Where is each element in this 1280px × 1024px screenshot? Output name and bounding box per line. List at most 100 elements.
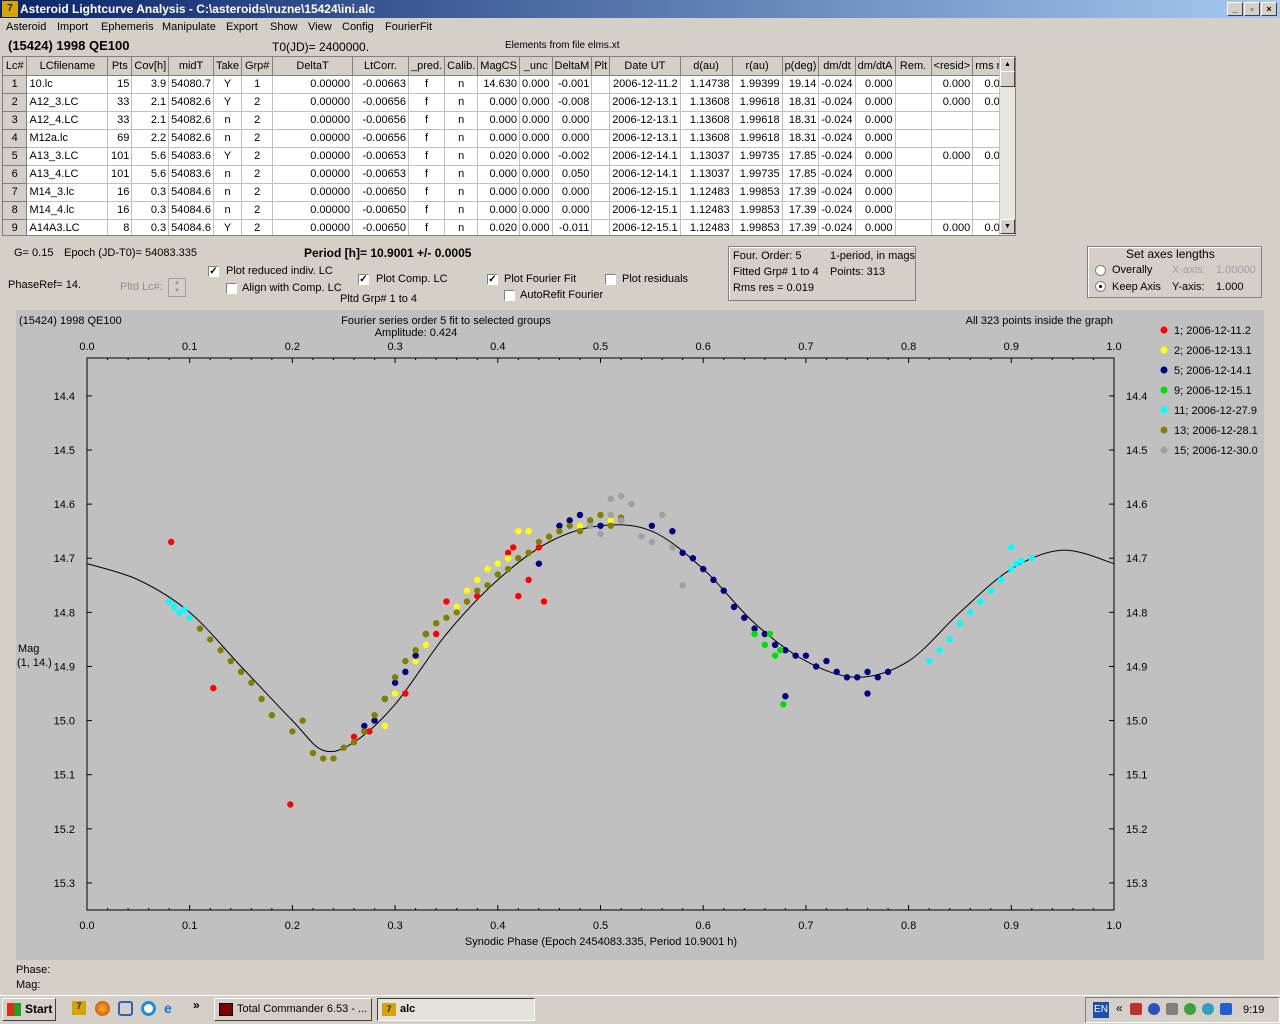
table-cell[interactable]: 2 xyxy=(241,201,274,220)
keep-axis-radio[interactable] xyxy=(1095,281,1106,292)
table-cell[interactable]: 5.6 xyxy=(131,165,170,184)
table-cell[interactable]: 0.000 xyxy=(855,111,896,130)
table-cell[interactable]: -0.024 xyxy=(818,93,856,112)
table-cell[interactable]: n xyxy=(213,129,243,148)
table-cell[interactable]: 1.13037 xyxy=(680,147,733,166)
task-total-commander[interactable]: Total Commander 6.53 - ... xyxy=(214,998,372,1021)
yaxis-value[interactable]: 1.000 xyxy=(1216,281,1244,293)
menu-asteroid[interactable]: Asteroid xyxy=(6,21,46,33)
table-cell[interactable]: 2 xyxy=(241,93,274,112)
table-cell[interactable] xyxy=(591,183,611,202)
table-cell[interactable]: 0.00000 xyxy=(272,219,353,235)
table-cell[interactable]: 2006-12-14.1 xyxy=(609,165,681,184)
table-cell[interactable]: 1.99399 xyxy=(732,75,783,94)
table-cell[interactable]: 0.00000 xyxy=(272,129,353,148)
table-cell[interactable]: n xyxy=(213,111,243,130)
table-cell[interactable]: 54083.6 xyxy=(168,165,214,184)
column-header[interactable]: DeltaM xyxy=(552,57,593,76)
table-cell[interactable]: f xyxy=(408,219,446,235)
minimize-button[interactable]: _ xyxy=(1227,2,1243,16)
table-cell[interactable]: 0.050 xyxy=(552,165,593,184)
table-cell[interactable] xyxy=(895,219,932,235)
table-row[interactable]: 2 A12_3.LC 33 2.1 54082.6 Y 2 0.00000 -0.00656 f n… xyxy=(3,93,1015,112)
table-cell[interactable]: 0.000 xyxy=(519,93,553,112)
table-cell[interactable]: 69 xyxy=(107,129,133,148)
table-cell[interactable]: M14_3.lc xyxy=(26,183,109,202)
column-header[interactable]: Rem. xyxy=(895,57,932,76)
table-cell[interactable]: 1.13608 xyxy=(680,111,733,130)
table-cell[interactable]: 0.020 xyxy=(477,219,520,235)
table-cell[interactable]: 0.3 xyxy=(131,201,170,220)
tray-app-icon[interactable] xyxy=(1130,1003,1142,1015)
table-cell[interactable]: Y xyxy=(213,75,243,94)
table-cell[interactable]: 1.12483 xyxy=(680,183,733,202)
table-cell[interactable]: n xyxy=(213,201,243,220)
table-cell[interactable]: 0.000 xyxy=(519,201,553,220)
table-cell[interactable]: 2 xyxy=(241,147,274,166)
column-header[interactable]: r(au) xyxy=(732,57,783,76)
table-cell[interactable]: Y xyxy=(213,147,243,166)
table-cell[interactable]: 2 xyxy=(241,111,274,130)
table-scrollbar[interactable]: ▲ ▼ xyxy=(999,57,1015,235)
column-header[interactable]: Plt xyxy=(591,57,611,76)
lightcurve-plot[interactable]: (15424) 1998 QE100 Fourier series order … xyxy=(16,310,1264,960)
tray-status-icon[interactable] xyxy=(1184,1003,1196,1015)
overally-radio[interactable] xyxy=(1095,265,1106,276)
column-header[interactable]: <resid> xyxy=(931,57,974,76)
table-cell[interactable]: n xyxy=(444,93,479,112)
table-cell[interactable]: 16 xyxy=(107,183,133,202)
table-cell[interactable]: 8 xyxy=(107,219,133,235)
tray-monitor-icon[interactable] xyxy=(1220,1003,1232,1015)
table-row[interactable]: 1 10.lc 15 3.9 54080.7 Y 1 0.00000 -0.00663 f n 14.… xyxy=(3,75,1015,94)
table-cell[interactable]: 2006-12-13.1 xyxy=(609,111,681,130)
table-cell[interactable]: 0.3 xyxy=(131,183,170,202)
folder-icon[interactable] xyxy=(118,1001,133,1016)
table-cell[interactable]: 54084.6 xyxy=(168,219,214,235)
table-cell[interactable]: 10.lc xyxy=(26,75,109,94)
table-cell[interactable]: f xyxy=(408,147,446,166)
table-cell[interactable]: 54084.6 xyxy=(168,201,214,220)
table-cell[interactable]: 16 xyxy=(107,201,133,220)
pltd-lc-spinner[interactable]: ▲ ▼ xyxy=(168,278,186,297)
table-cell[interactable]: n xyxy=(444,201,479,220)
table-cell[interactable]: 2006-12-11.2 xyxy=(609,75,681,94)
row-header[interactable]: 3 xyxy=(3,111,28,130)
table-row[interactable]: 8 M14_4.lc 16 0.3 54084.6 n 2 0.00000 -0.00650 f n… xyxy=(3,201,1015,220)
table-cell[interactable]: 101 xyxy=(107,147,133,166)
menu-view[interactable]: View xyxy=(308,21,332,33)
table-cell[interactable]: -0.024 xyxy=(818,165,856,184)
xaxis-value[interactable]: 1.00000 xyxy=(1216,264,1256,276)
alc-icon[interactable]: 7 xyxy=(72,1001,86,1015)
table-cell[interactable]: -0.024 xyxy=(818,129,856,148)
column-header[interactable]: Date UT xyxy=(609,57,681,76)
menu-config[interactable]: Config xyxy=(342,21,374,33)
table-cell[interactable] xyxy=(895,129,932,148)
table-cell[interactable]: 0.000 xyxy=(477,165,520,184)
table-cell[interactable]: -0.00650 xyxy=(352,219,409,235)
search-icon[interactable] xyxy=(141,1001,156,1016)
table-cell[interactable]: 0.000 xyxy=(519,165,553,184)
table-cell[interactable]: -0.00650 xyxy=(352,183,409,202)
table-cell[interactable]: -0.00656 xyxy=(352,111,409,130)
table-cell[interactable]: -0.001 xyxy=(552,75,593,94)
table-cell[interactable]: -0.024 xyxy=(818,147,856,166)
table-cell[interactable] xyxy=(591,165,611,184)
table-cell[interactable]: 0.000 xyxy=(931,147,974,166)
plot-residuals-checkbox[interactable] xyxy=(605,274,616,285)
table-cell[interactable]: 5.6 xyxy=(131,147,170,166)
table-cell[interactable]: 2 xyxy=(241,129,274,148)
table-cell[interactable]: 2.1 xyxy=(131,93,170,112)
table-cell[interactable]: n xyxy=(444,183,479,202)
table-cell[interactable]: -0.002 xyxy=(552,147,593,166)
table-cell[interactable]: -0.008 xyxy=(552,93,593,112)
plot-comp-checkbox[interactable]: ✓ xyxy=(358,274,369,285)
tray-expand[interactable]: « xyxy=(1116,1001,1123,1015)
menu-ephemeris[interactable]: Ephemeris xyxy=(101,21,154,33)
table-cell[interactable]: 0.000 xyxy=(855,75,896,94)
table-cell[interactable]: f xyxy=(408,165,446,184)
row-header[interactable]: 7 xyxy=(3,183,28,202)
table-cell[interactable]: n xyxy=(444,129,479,148)
table-cell[interactable]: f xyxy=(408,111,446,130)
table-cell[interactable] xyxy=(895,75,932,94)
table-cell[interactable]: A13_4.LC xyxy=(26,165,109,184)
